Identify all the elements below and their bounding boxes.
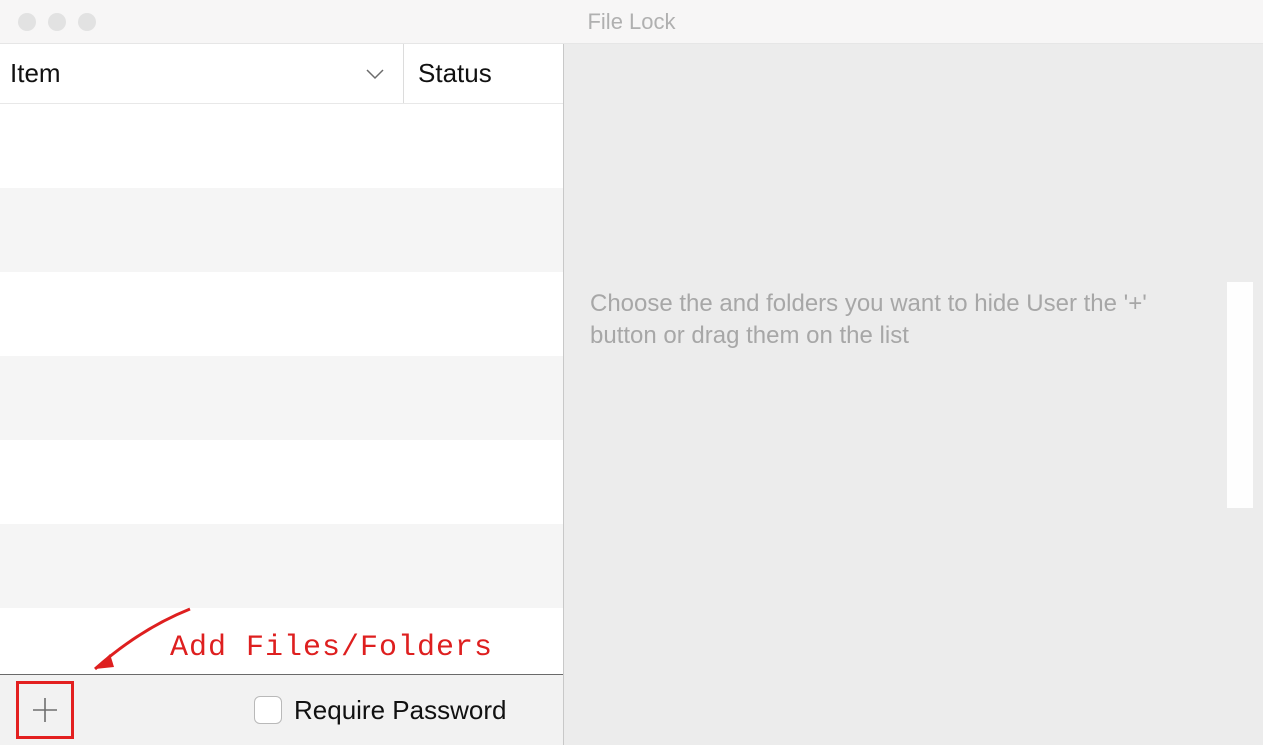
body: Item Status A [0,44,1263,745]
close-dot[interactable] [18,13,36,31]
right-panel: Choose the and folders you want to hide … [564,44,1263,745]
status-column-header[interactable]: Status [404,44,563,103]
minimize-dot[interactable] [48,13,66,31]
left-panel: Item Status A [0,44,564,745]
list-row[interactable] [0,104,563,188]
list-row[interactable] [0,188,563,272]
file-list[interactable]: Add Files/Folders [0,104,563,675]
zoom-dot[interactable] [78,13,96,31]
list-row[interactable] [0,608,563,675]
require-password-checkbox[interactable] [254,696,282,724]
status-column-label: Status [418,58,492,89]
list-row[interactable] [0,356,563,440]
list-row[interactable] [0,440,563,524]
list-row[interactable] [0,272,563,356]
scrollbar-track[interactable] [1227,282,1253,508]
item-column-label: Item [10,58,61,89]
require-password-option[interactable]: Require Password [254,695,506,726]
traffic-lights [18,13,96,31]
plus-icon [29,694,61,726]
titlebar: File Lock [0,0,1263,44]
app-window: File Lock Item Status [0,0,1263,745]
chevron-down-icon [361,60,389,88]
window-title: File Lock [587,9,675,35]
add-button[interactable] [16,681,74,739]
require-password-label: Require Password [294,695,506,726]
column-headers: Item Status [0,44,563,104]
list-row[interactable] [0,524,563,608]
item-column-header[interactable]: Item [0,44,404,103]
list-bottom-divider [0,674,563,675]
bottom-bar: Require Password [0,675,563,745]
instructions-text: Choose the and folders you want to hide … [590,288,1213,353]
